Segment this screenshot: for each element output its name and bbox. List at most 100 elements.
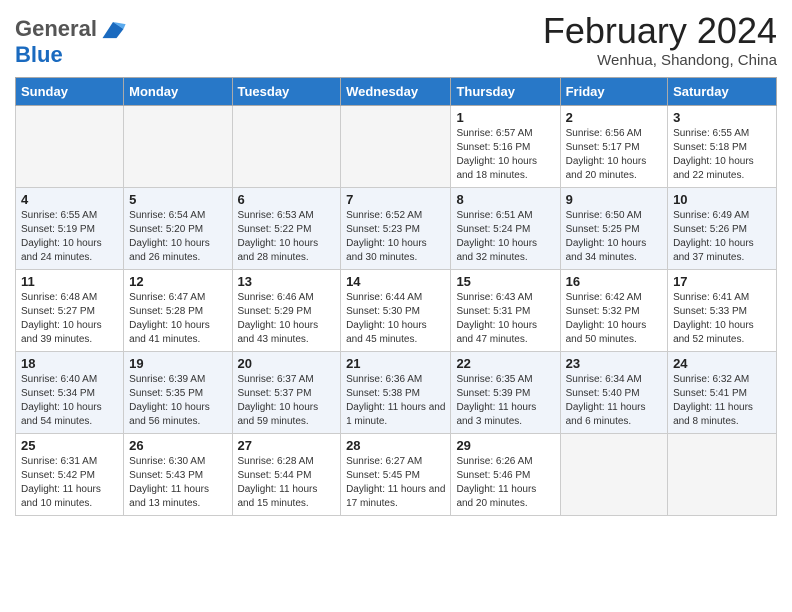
day-number: 23 (566, 356, 662, 371)
day-number: 27 (238, 438, 336, 453)
header: General Blue February 2024 Wenhua, Shand… (15, 10, 777, 69)
day-info: Sunrise: 6:50 AMSunset: 5:25 PMDaylight:… (566, 209, 662, 265)
day-info: Sunrise: 6:49 AMSunset: 5:26 PMDaylight:… (673, 209, 771, 265)
day-info: Sunrise: 6:53 AMSunset: 5:22 PMDaylight:… (238, 209, 336, 265)
week-row-1: 4 Sunrise: 6:55 AMSunset: 5:19 PMDaylight… (16, 188, 777, 270)
title-area: February 2024 Wenhua, Shandong, China (543, 10, 777, 69)
day-number: 11 (21, 274, 118, 289)
calendar-cell (16, 106, 124, 188)
calendar-cell: 3 Sunrise: 6:55 AMSunset: 5:18 PMDaylight… (668, 106, 777, 188)
calendar-cell (341, 106, 451, 188)
day-header-sunday: Sunday (16, 78, 124, 106)
day-info: Sunrise: 6:42 AMSunset: 5:32 PMDaylight:… (566, 291, 662, 347)
day-info: Sunrise: 6:28 AMSunset: 5:44 PMDaylight:… (238, 455, 336, 511)
day-info: Sunrise: 6:41 AMSunset: 5:33 PMDaylight:… (673, 291, 771, 347)
calendar-cell: 2 Sunrise: 6:56 AMSunset: 5:17 PMDaylight… (560, 106, 667, 188)
day-number: 25 (21, 438, 118, 453)
day-number: 2 (566, 110, 662, 125)
day-info: Sunrise: 6:55 AMSunset: 5:18 PMDaylight:… (673, 127, 771, 183)
day-info: Sunrise: 6:27 AMSunset: 5:45 PMDaylight:… (346, 455, 445, 511)
calendar-header-row: SundayMondayTuesdayWednesdayThursdayFrid… (16, 78, 777, 106)
calendar-cell: 14 Sunrise: 6:44 AMSunset: 5:30 PMDayligh… (341, 270, 451, 352)
logo-general-text: General (15, 17, 97, 41)
day-info: Sunrise: 6:46 AMSunset: 5:29 PMDaylight:… (238, 291, 336, 347)
day-info: Sunrise: 6:43 AMSunset: 5:31 PMDaylight:… (456, 291, 554, 347)
calendar-cell: 18Sunrise: 6:40 AMSunset: 5:34 PMDayligh… (16, 352, 124, 434)
day-info: Sunrise: 6:34 AMSunset: 5:40 PMDaylight:… (566, 373, 662, 429)
week-row-4: 25Sunrise: 6:31 AMSunset: 5:42 PMDayligh… (16, 434, 777, 516)
calendar-cell: 16 Sunrise: 6:42 AMSunset: 5:32 PMDayligh… (560, 270, 667, 352)
day-number: 6 (238, 192, 336, 207)
day-number: 17 (673, 274, 771, 289)
day-info: Sunrise: 6:35 AMSunset: 5:39 PMDaylight:… (456, 373, 554, 429)
day-header-saturday: Saturday (668, 78, 777, 106)
day-number: 21 (346, 356, 445, 371)
day-number: 9 (566, 192, 662, 207)
calendar-cell: 17 Sunrise: 6:41 AMSunset: 5:33 PMDayligh… (668, 270, 777, 352)
day-info: Sunrise: 6:44 AMSunset: 5:30 PMDaylight:… (346, 291, 445, 347)
logo-icon (99, 15, 127, 43)
calendar-cell: 9 Sunrise: 6:50 AMSunset: 5:25 PMDaylight… (560, 188, 667, 270)
calendar-cell: 29Sunrise: 6:26 AMSunset: 5:46 PMDayligh… (451, 434, 560, 516)
calendar-cell: 8Sunrise: 6:51 AMSunset: 5:24 PMDaylight… (451, 188, 560, 270)
day-info: Sunrise: 6:51 AMSunset: 5:24 PMDaylight:… (456, 209, 554, 265)
week-row-2: 11Sunrise: 6:48 AMSunset: 5:27 PMDayligh… (16, 270, 777, 352)
day-number: 26 (129, 438, 226, 453)
day-number: 5 (129, 192, 226, 207)
calendar-cell: 10Sunrise: 6:49 AMSunset: 5:26 PMDayligh… (668, 188, 777, 270)
day-info: Sunrise: 6:36 AMSunset: 5:38 PMDaylight:… (346, 373, 445, 429)
day-header-monday: Monday (124, 78, 232, 106)
calendar-cell (668, 434, 777, 516)
calendar-cell: 11Sunrise: 6:48 AMSunset: 5:27 PMDayligh… (16, 270, 124, 352)
day-info: Sunrise: 6:26 AMSunset: 5:46 PMDaylight:… (456, 455, 554, 511)
day-number: 15 (456, 274, 554, 289)
calendar-cell: 20Sunrise: 6:37 AMSunset: 5:37 PMDayligh… (232, 352, 341, 434)
calendar-cell (232, 106, 341, 188)
day-header-wednesday: Wednesday (341, 78, 451, 106)
day-info: Sunrise: 6:30 AMSunset: 5:43 PMDaylight:… (129, 455, 226, 511)
subtitle: Wenhua, Shandong, China (543, 52, 777, 69)
day-number: 1 (456, 110, 554, 125)
main-container: General Blue February 2024 Wenhua, Shand… (0, 0, 792, 526)
day-number: 28 (346, 438, 445, 453)
calendar-cell: 6 Sunrise: 6:53 AMSunset: 5:22 PMDaylight… (232, 188, 341, 270)
month-title: February 2024 (543, 10, 777, 52)
logo: General Blue (15, 15, 127, 67)
day-number: 14 (346, 274, 445, 289)
day-info: Sunrise: 6:57 AMSunset: 5:16 PMDaylight:… (456, 127, 554, 183)
day-number: 4 (21, 192, 118, 207)
day-info: Sunrise: 6:47 AMSunset: 5:28 PMDaylight:… (129, 291, 226, 347)
calendar-table: SundayMondayTuesdayWednesdayThursdayFrid… (15, 77, 777, 516)
logo-blue-text: Blue (15, 42, 63, 67)
week-row-0: 1 Sunrise: 6:57 AMSunset: 5:16 PMDaylight… (16, 106, 777, 188)
day-header-thursday: Thursday (451, 78, 560, 106)
calendar-cell: 21 Sunrise: 6:36 AMSunset: 5:38 PMDayligh… (341, 352, 451, 434)
day-info: Sunrise: 6:39 AMSunset: 5:35 PMDaylight:… (129, 373, 226, 429)
calendar-cell: 23 Sunrise: 6:34 AMSunset: 5:40 PMDayligh… (560, 352, 667, 434)
day-number: 7 (346, 192, 445, 207)
calendar-cell: 15 Sunrise: 6:43 AMSunset: 5:31 PMDayligh… (451, 270, 560, 352)
day-number: 18 (21, 356, 118, 371)
day-info: Sunrise: 6:54 AMSunset: 5:20 PMDaylight:… (129, 209, 226, 265)
day-number: 22 (456, 356, 554, 371)
day-number: 16 (566, 274, 662, 289)
day-number: 3 (673, 110, 771, 125)
calendar-cell: 26 Sunrise: 6:30 AMSunset: 5:43 PMDayligh… (124, 434, 232, 516)
calendar-cell: 25Sunrise: 6:31 AMSunset: 5:42 PMDayligh… (16, 434, 124, 516)
day-info: Sunrise: 6:56 AMSunset: 5:17 PMDaylight:… (566, 127, 662, 183)
calendar-cell: 22 Sunrise: 6:35 AMSunset: 5:39 PMDayligh… (451, 352, 560, 434)
day-info: Sunrise: 6:52 AMSunset: 5:23 PMDaylight:… (346, 209, 445, 265)
day-header-friday: Friday (560, 78, 667, 106)
calendar-cell: 19Sunrise: 6:39 AMSunset: 5:35 PMDayligh… (124, 352, 232, 434)
calendar-cell: 7 Sunrise: 6:52 AMSunset: 5:23 PMDaylight… (341, 188, 451, 270)
day-number: 24 (673, 356, 771, 371)
calendar-cell: 13Sunrise: 6:46 AMSunset: 5:29 PMDayligh… (232, 270, 341, 352)
day-number: 12 (129, 274, 226, 289)
day-info: Sunrise: 6:32 AMSunset: 5:41 PMDaylight:… (673, 373, 771, 429)
calendar-cell (560, 434, 667, 516)
day-info: Sunrise: 6:55 AMSunset: 5:19 PMDaylight:… (21, 209, 118, 265)
calendar-cell: 5 Sunrise: 6:54 AMSunset: 5:20 PMDaylight… (124, 188, 232, 270)
calendar-cell: 24 Sunrise: 6:32 AMSunset: 5:41 PMDayligh… (668, 352, 777, 434)
week-row-3: 18Sunrise: 6:40 AMSunset: 5:34 PMDayligh… (16, 352, 777, 434)
day-number: 20 (238, 356, 336, 371)
